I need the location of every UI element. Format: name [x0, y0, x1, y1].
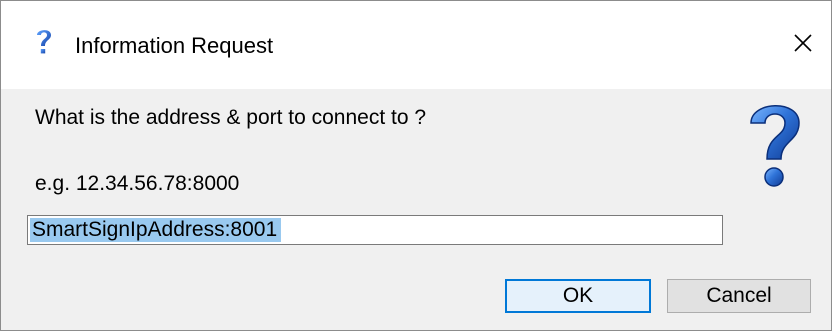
- close-icon: [794, 34, 812, 52]
- dialog-window: Information Request What is the address …: [0, 0, 832, 331]
- ok-button[interactable]: OK: [505, 279, 651, 313]
- title-bar: Information Request: [1, 1, 831, 89]
- question-mark-icon: [750, 105, 800, 187]
- close-button[interactable]: [781, 21, 825, 65]
- question-mark-icon: [37, 30, 51, 54]
- address-input[interactable]: SmartSignIpAddress:8001: [27, 215, 723, 245]
- example-label: e.g. 12.34.56.78:8000: [35, 172, 240, 195]
- prompt-label: What is the address & port to connect to…: [35, 106, 427, 129]
- address-input-value: SmartSignIpAddress:8001: [30, 218, 282, 242]
- cancel-button[interactable]: Cancel: [667, 279, 811, 313]
- dialog-title: Information Request: [75, 33, 274, 58]
